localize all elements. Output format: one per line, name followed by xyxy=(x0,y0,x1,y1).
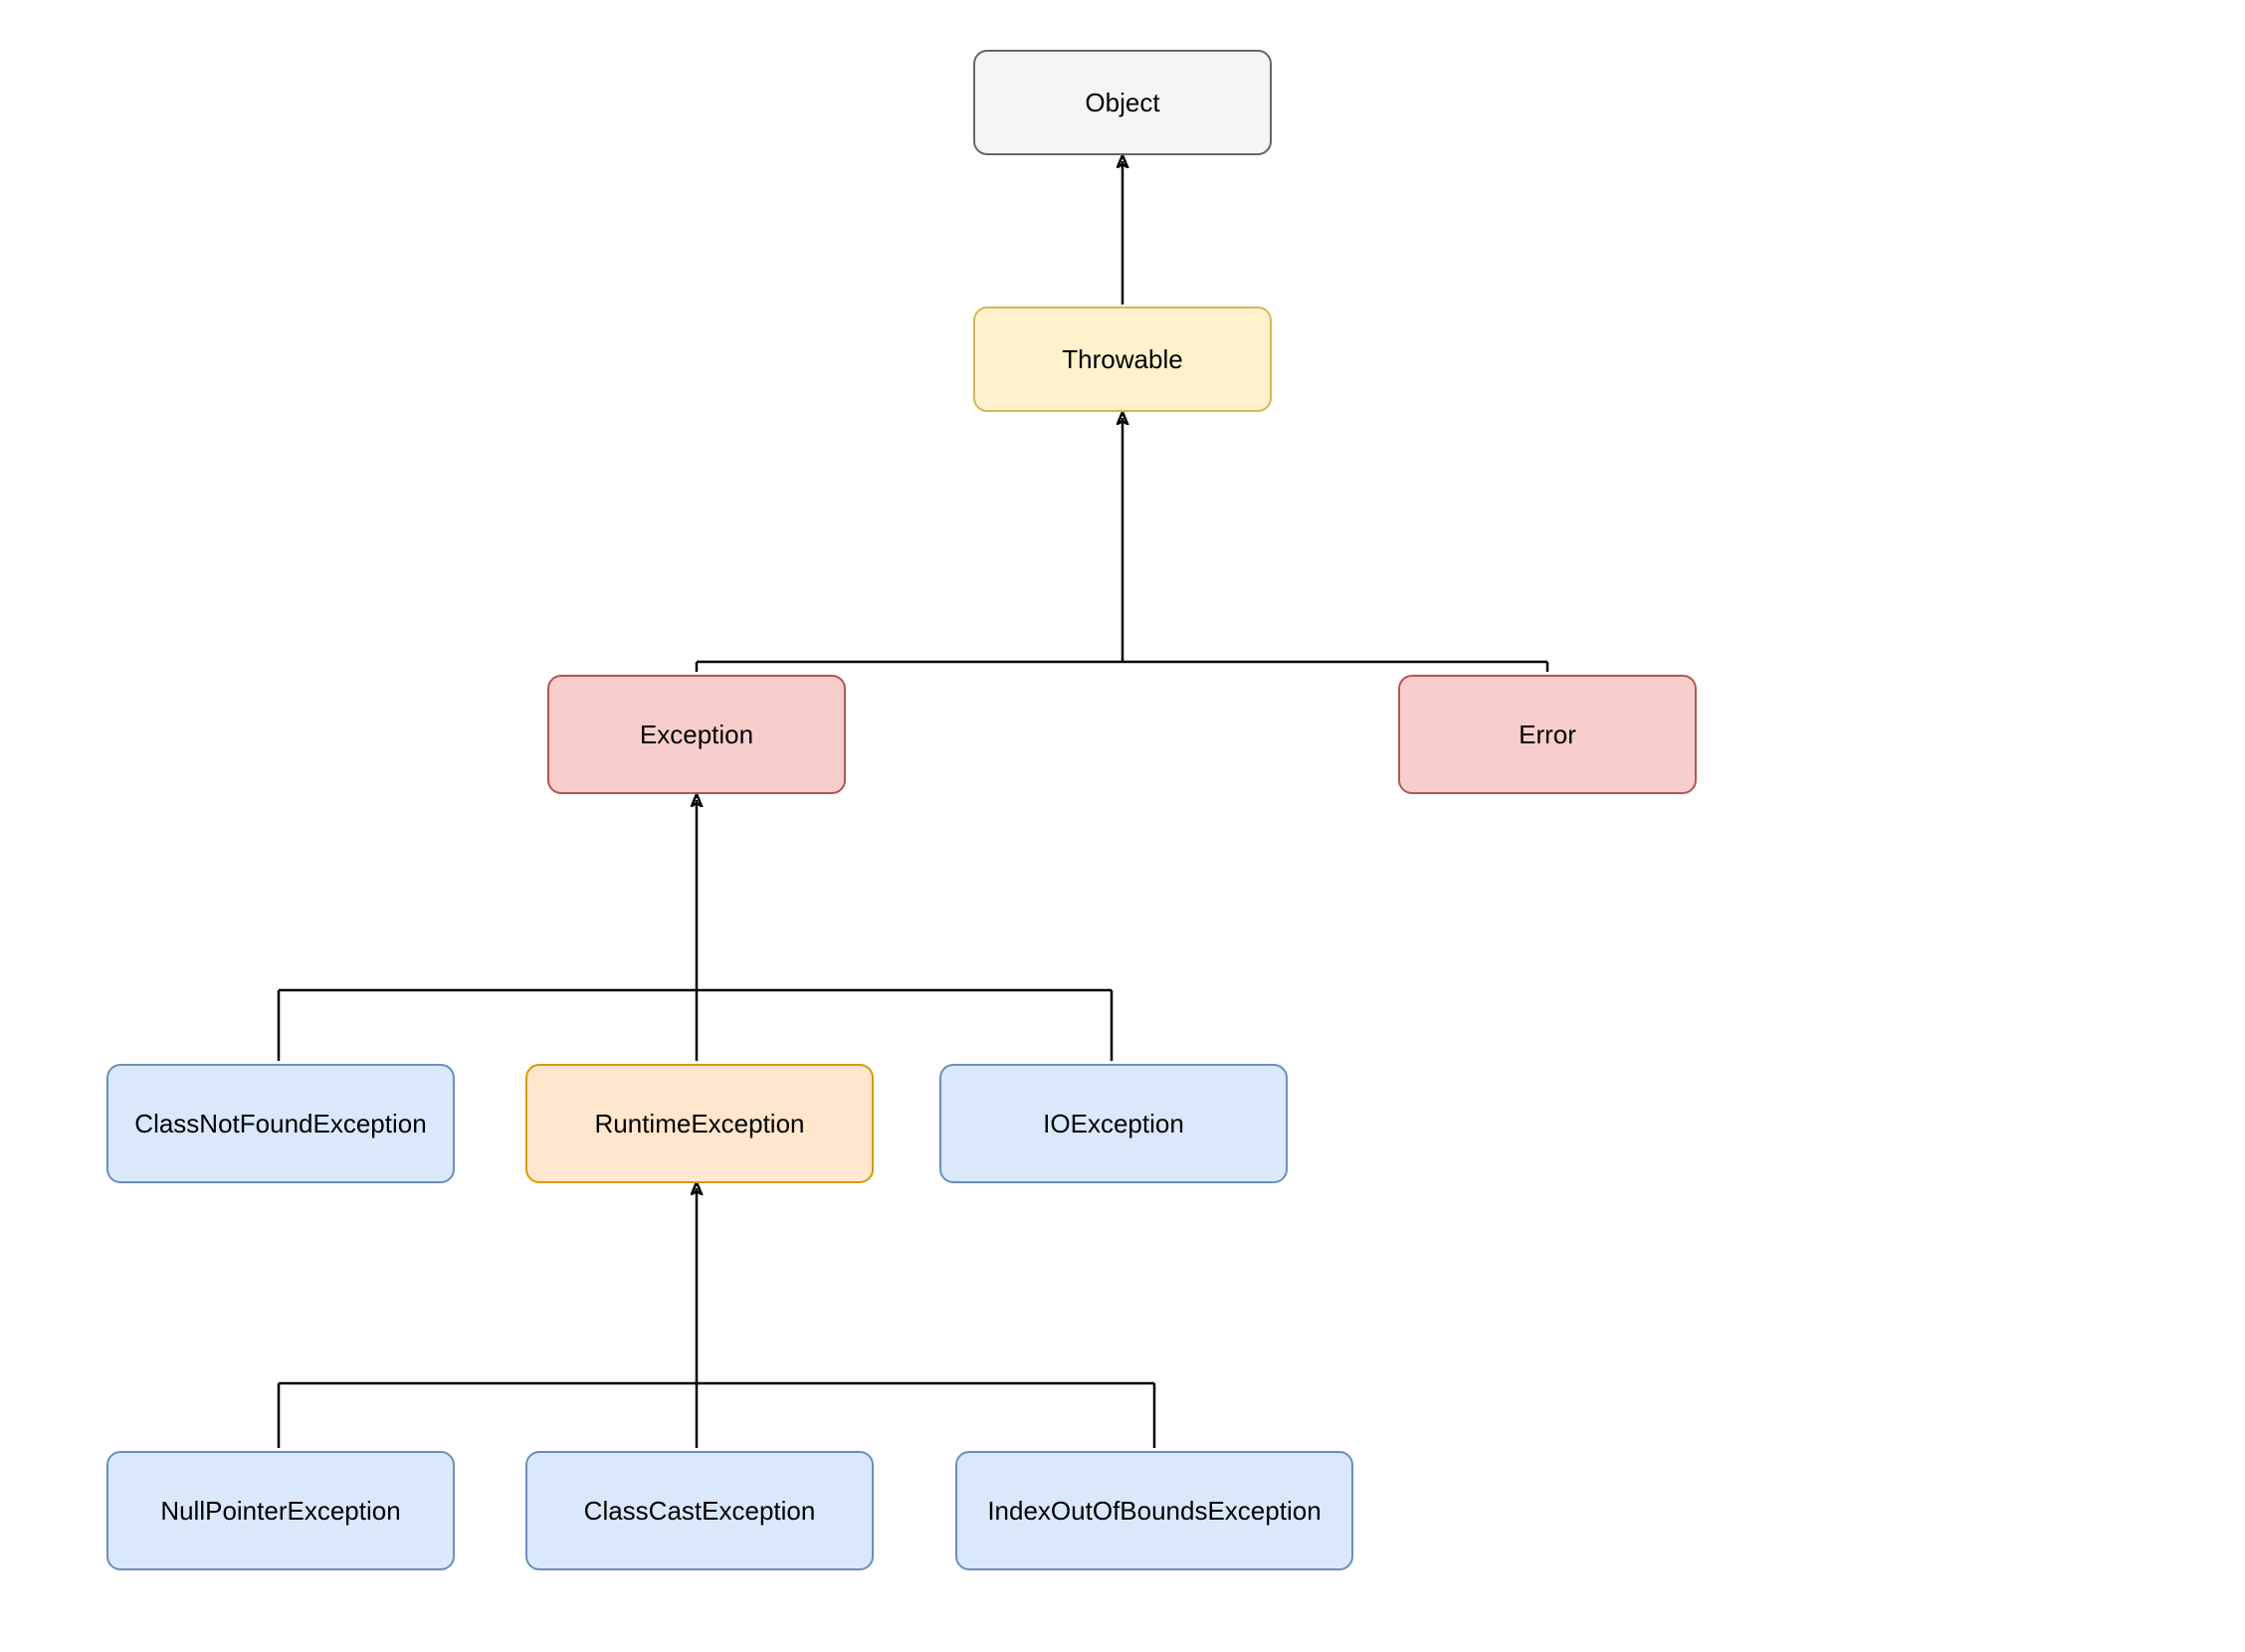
node-nullpointerexception: NullPointerException xyxy=(106,1451,455,1570)
node-throwable: Throwable xyxy=(973,307,1272,412)
node-classnotfoundexception: ClassNotFoundException xyxy=(106,1064,455,1183)
node-error: Error xyxy=(1398,675,1697,794)
node-object: Object xyxy=(973,50,1272,155)
node-runtimeexception: RuntimeException xyxy=(525,1064,874,1183)
node-indexoutofboundsexception: IndexOutOfBoundsException xyxy=(955,1451,1353,1570)
node-exception: Exception xyxy=(547,675,846,794)
connector-lines xyxy=(0,0,2245,1652)
node-classcastexception: ClassCastException xyxy=(525,1451,874,1570)
class-hierarchy-diagram: Object Throwable Exception Error ClassNo… xyxy=(0,0,2245,1652)
node-ioexception: IOException xyxy=(939,1064,1288,1183)
